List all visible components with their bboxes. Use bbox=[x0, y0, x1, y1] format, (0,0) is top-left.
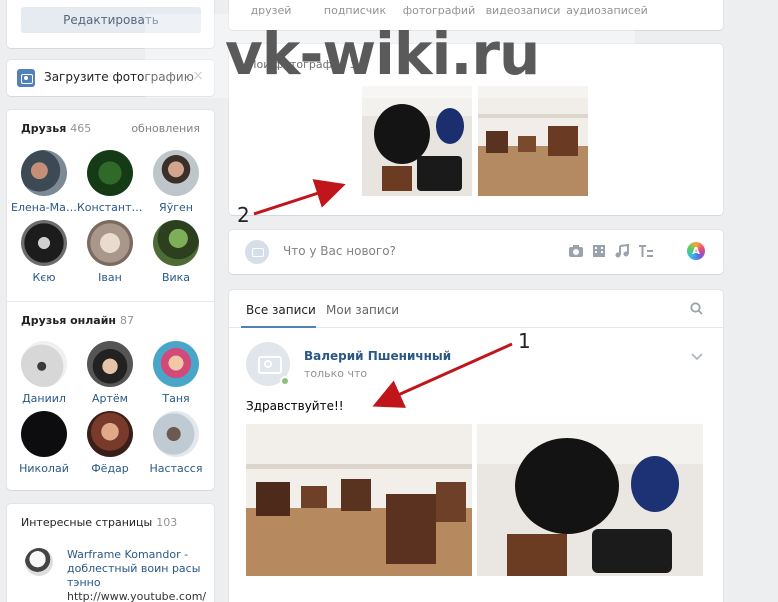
friend-name[interactable]: Елена-Мар... bbox=[11, 201, 77, 214]
friend-name[interactable]: Настасся bbox=[150, 462, 203, 475]
friend-name[interactable]: Артём bbox=[92, 392, 128, 405]
friend-name[interactable]: Фёдар bbox=[91, 462, 129, 475]
camera-icon bbox=[17, 69, 35, 87]
chevron-down-icon[interactable] bbox=[691, 353, 703, 361]
friend-item[interactable]: Яўген bbox=[143, 150, 209, 214]
photo-thumbnail[interactable] bbox=[478, 86, 588, 196]
friend-item[interactable]: Елена-Мар... bbox=[11, 150, 77, 214]
friend-name[interactable]: Іван bbox=[98, 271, 122, 284]
friends-block: Друзья 465 обновления Елена-Мар... Конста… bbox=[7, 110, 214, 490]
avatar[interactable] bbox=[21, 220, 67, 266]
marker-2: 2 bbox=[237, 203, 250, 227]
avatar[interactable] bbox=[153, 411, 199, 457]
page-url[interactable]: http://www.youtube.com/ bbox=[67, 590, 206, 602]
ai-assistant-icon[interactable]: A bbox=[687, 242, 705, 260]
avatar[interactable] bbox=[21, 150, 67, 196]
online-friends-header[interactable]: Друзья онлайн 87 bbox=[21, 314, 134, 327]
friend-item[interactable]: Кєю bbox=[11, 220, 77, 284]
friend-name[interactable]: Николай bbox=[19, 462, 69, 475]
composer-avatar bbox=[245, 240, 269, 264]
photo-gramophone-image bbox=[362, 86, 472, 196]
friend-name[interactable]: Даниил bbox=[22, 392, 66, 405]
post-timestamp[interactable]: только что bbox=[304, 367, 367, 380]
page-avatar[interactable] bbox=[25, 548, 53, 576]
friend-item[interactable]: Артём bbox=[77, 341, 143, 405]
avatar[interactable] bbox=[153, 220, 199, 266]
wall-feed: Все записи Мои записи Валерий Пшеничный … bbox=[229, 290, 723, 602]
avatar[interactable] bbox=[87, 341, 133, 387]
avatar[interactable] bbox=[153, 150, 199, 196]
friends-grid: Елена-Мар... Константин Яўген Кєю Іван В… bbox=[11, 150, 211, 284]
divider bbox=[7, 301, 214, 302]
interesting-pages-header[interactable]: Интересные страницы 103 bbox=[21, 516, 177, 529]
interesting-pages-title: Интересные страницы bbox=[21, 516, 153, 529]
friend-name[interactable]: Яўген bbox=[159, 201, 193, 214]
online-friends-grid: Даниил Артём Таня Николай Фёдар Настасся bbox=[11, 341, 211, 475]
friend-item[interactable]: Даниил bbox=[11, 341, 77, 405]
avatar[interactable] bbox=[87, 150, 133, 196]
photo-museum-hall-image bbox=[478, 86, 588, 196]
video-icon[interactable] bbox=[591, 244, 607, 258]
friends-updates-link[interactable]: обновления bbox=[131, 122, 200, 135]
post-photo[interactable] bbox=[246, 424, 472, 576]
avatar[interactable] bbox=[87, 411, 133, 457]
tab-my-posts[interactable]: Мои записи bbox=[326, 303, 399, 317]
friends-header[interactable]: Друзья 465 bbox=[21, 122, 91, 135]
interesting-pages-block: Интересные страницы 103 Warframe Komandor… bbox=[7, 504, 214, 602]
post-author-name[interactable]: Валерий Пшеничный bbox=[304, 349, 451, 363]
article-icon[interactable] bbox=[638, 244, 654, 258]
wall-tabs: Все записи Мои записи bbox=[229, 290, 723, 328]
friends-count: 465 bbox=[70, 122, 92, 135]
friend-name[interactable]: Константин bbox=[77, 201, 143, 214]
friend-name[interactable]: Таня bbox=[162, 392, 189, 405]
interesting-pages-count: 103 bbox=[156, 516, 178, 529]
composer-input[interactable]: Что у Вас нового? bbox=[283, 244, 396, 258]
avatar[interactable] bbox=[21, 341, 67, 387]
active-tab-indicator bbox=[241, 326, 316, 328]
watermark-text: vk-wiki.ru bbox=[225, 20, 540, 88]
tab-all-posts[interactable]: Все записи bbox=[246, 303, 316, 317]
avatar[interactable] bbox=[153, 341, 199, 387]
avatar[interactable] bbox=[21, 411, 67, 457]
friend-item[interactable]: Вика bbox=[143, 220, 209, 284]
post-photo[interactable] bbox=[477, 424, 703, 576]
online-friends-count: 87 bbox=[120, 314, 135, 327]
search-icon[interactable] bbox=[690, 302, 703, 315]
friend-item[interactable]: Николай bbox=[11, 411, 77, 475]
online-indicator bbox=[280, 376, 290, 386]
camera-icon[interactable] bbox=[568, 244, 584, 258]
post-text: Здравствуйте!! bbox=[246, 399, 344, 413]
friends-title: Друзья bbox=[21, 122, 67, 135]
photo-museum-hall-image bbox=[246, 424, 472, 576]
friend-item[interactable]: Таня bbox=[143, 341, 209, 405]
marker-1: 1 bbox=[518, 329, 531, 353]
friend-name[interactable]: Вика bbox=[162, 271, 190, 284]
avatar[interactable] bbox=[87, 220, 133, 266]
post-composer: Что у Вас нового? A bbox=[229, 230, 723, 274]
friend-item[interactable]: Іван bbox=[77, 220, 143, 284]
friend-item[interactable]: Фёдар bbox=[77, 411, 143, 475]
friend-name[interactable]: Кєю bbox=[32, 271, 55, 284]
page-name-link[interactable]: Warframe Komandor - доблестный воин расы… bbox=[67, 548, 202, 590]
online-friends-title: Друзья онлайн bbox=[21, 314, 117, 327]
photo-thumbnail[interactable] bbox=[362, 86, 472, 196]
friend-item[interactable]: Настасся bbox=[143, 411, 209, 475]
music-icon[interactable] bbox=[614, 244, 630, 258]
photo-gramophone-image bbox=[477, 424, 703, 576]
friend-item[interactable]: Константин bbox=[77, 150, 143, 214]
